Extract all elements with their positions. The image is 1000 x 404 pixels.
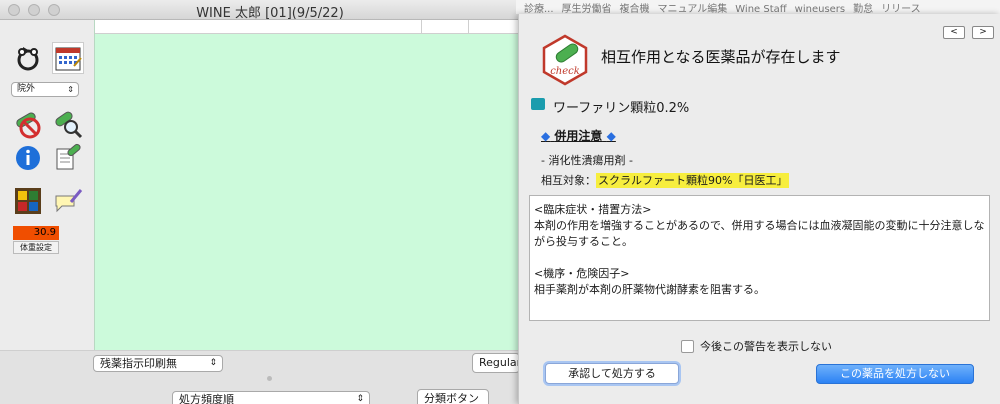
chevron-updown-icon: ⇕: [67, 85, 74, 94]
target-prefix: 相互対象：: [541, 174, 596, 187]
leftover-print-select[interactable]: 残薬指示印刷無 ⇕: [93, 355, 223, 372]
weight-value[interactable]: 30.9: [13, 226, 59, 240]
pill-search-icon: [55, 111, 83, 139]
tool-palette: 院外 ⇕ 30.9 体重設定: [0, 20, 94, 350]
window-titlebar: WINE 太郎 [01](9/5/22): [0, 0, 520, 21]
pill-prohibited-icon: [16, 112, 41, 139]
window-title: WINE 太郎 [01](9/5/22): [196, 6, 344, 21]
suppress-warning-option[interactable]: 今後この警告を表示しない: [681, 338, 832, 354]
font-style-select[interactable]: Regular: [472, 353, 520, 373]
bookmark-item[interactable]: wineusers: [795, 4, 845, 14]
info-icon: [16, 146, 40, 170]
leftover-print-value: 残薬指示印刷無: [100, 357, 177, 370]
detail-text-mechanism: 相手薬剤が本剤の肝薬物代謝酵素を阻害する。: [534, 283, 765, 296]
undo-tool[interactable]: [12, 42, 44, 74]
speech-bubble-icon: [55, 189, 83, 213]
chevron-updown-icon: ⇕: [209, 358, 217, 368]
check-logo: check: [539, 34, 591, 86]
main-window: WINE 太郎 [01](9/5/22) 院外 ⇕ 30.9 体重設定 残薬指示…: [0, 0, 521, 404]
outpatient-select-value: 院外: [17, 84, 36, 94]
comment-tool[interactable]: [52, 185, 84, 217]
prescription-edit-tool[interactable]: [52, 142, 84, 174]
interaction-warning-dialog: < > check 相互作用となる医薬品が存在します ワーファリン顆粒0.2% …: [518, 14, 1000, 404]
prescription-header: [95, 20, 521, 34]
bookmark-item[interactable]: 勤怠: [853, 0, 873, 14]
prescription-area[interactable]: [94, 20, 521, 350]
calendar-tool[interactable]: [52, 42, 84, 74]
bookmark-item[interactable]: 厚生労働省: [562, 0, 612, 14]
approve-prescribe-button[interactable]: 承認して処方する: [545, 363, 679, 384]
check-hexagon-icon: check: [542, 34, 588, 86]
resize-handle[interactable]: [267, 376, 272, 381]
zoom-window-button[interactable]: [48, 4, 60, 16]
logo-text: check: [550, 66, 580, 77]
category-button[interactable]: 分類ボタン: [417, 389, 489, 404]
next-warning-button[interactable]: >: [972, 26, 994, 39]
grid-palette-icon: [15, 188, 41, 214]
chevron-updown-icon: ⇕: [356, 394, 364, 404]
bookmark-item[interactable]: Wine Staff: [735, 4, 786, 14]
info-tool[interactable]: [12, 142, 44, 174]
calendar-icon: [55, 47, 82, 71]
diamond-icon: ◆: [541, 129, 551, 143]
detail-heading-clinical: <臨床症状・措置方法>: [534, 203, 652, 216]
drug-category: - 消化性潰瘍用剤 -: [541, 154, 633, 167]
outpatient-select[interactable]: 院外 ⇕: [11, 82, 79, 97]
bookmark-bar: 診療... 厚生労働省 複合機 マニュアル編集 Wine Staff wineusers 勤…: [516, 0, 1000, 14]
caution-label: ◆ 併用注意 ◆: [541, 127, 616, 144]
detail-heading-mechanism: <機序・危険因子>: [534, 267, 630, 280]
clipboard-edit-icon: [56, 143, 81, 170]
column-divider: [421, 20, 422, 34]
interaction-details[interactable]: <臨床症状・措置方法> 本剤の作用を増強することがあるので、併用する場合には血液…: [529, 195, 990, 321]
drug-color-swatch: [531, 98, 545, 110]
detail-text-clinical: 本剤の作用を増強することがあるので、併用する場合には血液凝固能の変動に十分注意し…: [534, 219, 985, 248]
target-drug-name: スクラルファート顆粒90%「日医工」: [596, 173, 790, 188]
column-divider: [468, 20, 469, 34]
no-medicine-tool[interactable]: [12, 108, 44, 140]
previous-warning-button[interactable]: <: [943, 26, 965, 39]
grid-tool[interactable]: [12, 185, 44, 217]
suppress-warning-label: 今後この警告を表示しない: [700, 340, 832, 353]
search-medicine-tool[interactable]: [52, 108, 84, 140]
close-window-button[interactable]: [8, 4, 20, 16]
interaction-target: 相互対象： スクラルファート顆粒90%「日医工」: [541, 172, 790, 188]
bookmark-item[interactable]: リリース: [881, 0, 921, 14]
caution-text: 併用注意: [554, 129, 603, 143]
bottom-toolbar: 残薬指示印刷無 ⇕ Regular 処方頻度順 ⇕ 分類ボタン: [0, 350, 520, 404]
bookmark-item[interactable]: 複合機: [620, 0, 650, 14]
diamond-icon: ◆: [606, 129, 616, 143]
bookmark-item[interactable]: マニュアル編集: [658, 0, 728, 14]
suppress-warning-checkbox[interactable]: [681, 339, 694, 353]
minimize-window-button[interactable]: [28, 4, 40, 16]
do-not-prescribe-button[interactable]: この薬品を処方しない: [816, 364, 974, 384]
drug-name: ワーファリン顆粒0.2%: [553, 101, 690, 116]
undo-arrow-icon: [17, 47, 39, 71]
sort-order-value: 処方頻度順: [179, 393, 234, 404]
sort-order-select[interactable]: 処方頻度順 ⇕: [172, 391, 370, 404]
bookmark-item[interactable]: 診療...: [524, 0, 554, 14]
weight-settings-button[interactable]: 体重設定: [13, 241, 59, 254]
dialog-title: 相互作用となる医薬品が存在します: [601, 48, 841, 66]
